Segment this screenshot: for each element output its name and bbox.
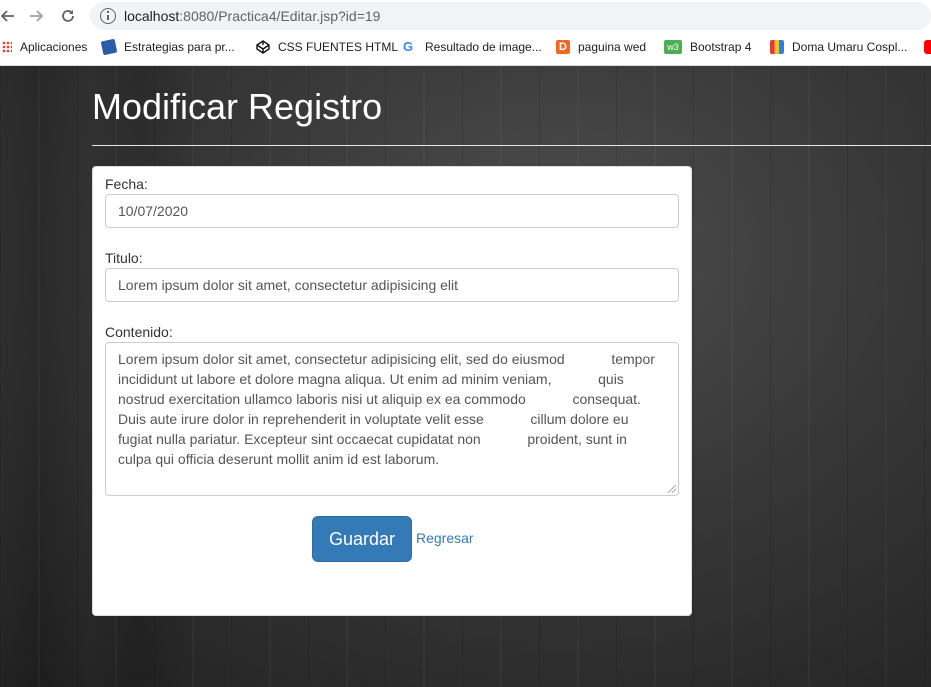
info-icon[interactable]: [100, 8, 116, 24]
url-path: :8080/Practica4/Editar.jsp?id=19: [179, 8, 381, 24]
w3-favicon-icon: w3: [664, 40, 682, 54]
textarea-line: Duis aute irure dolor in reprehenderit i…: [118, 411, 629, 427]
textarea-line: incididunt ut labore et dolore magna ali…: [118, 371, 624, 387]
titulo-input[interactable]: Lorem ipsum dolor sit amet, consectetur …: [105, 268, 679, 302]
codepen-icon: [256, 40, 270, 54]
bookmark-label: paguina wed: [578, 40, 647, 54]
fecha-input[interactable]: 10/07/2020: [105, 194, 679, 228]
address-bar[interactable]: localhost:8080/Practica4/Editar.jsp?id=1…: [90, 2, 931, 30]
d-favicon-icon: D: [556, 40, 570, 54]
save-button[interactable]: Guardar: [312, 516, 412, 562]
bookmark-label: Estrategias para pr...: [124, 40, 235, 54]
youtube-icon: [924, 40, 931, 54]
resize-grip-icon[interactable]: [668, 485, 676, 493]
bookmarks-bar: Aplicaciones Estrategias para pr... CSS …: [0, 34, 931, 60]
bookmark-overflow[interactable]: [924, 38, 931, 56]
textarea-line: nostrud exercitation ullamco laboris nis…: [118, 391, 641, 407]
titulo-label: Titulo:: [105, 250, 143, 266]
forward-arrow-icon[interactable]: [24, 4, 48, 28]
back-link[interactable]: Regresar: [416, 530, 474, 546]
google-icon: G: [403, 39, 414, 54]
textarea-line: fugiat nulla pariatur. Excepteur sint oc…: [118, 431, 627, 447]
bookmark-paguina-wed[interactable]: D paguina wed: [556, 38, 646, 56]
bookmark-bootstrap[interactable]: w3 Bootstrap 4: [664, 38, 751, 56]
back-arrow-icon[interactable]: [0, 4, 20, 28]
fecha-label: Fecha:: [105, 176, 148, 192]
title-divider: [92, 145, 931, 146]
bookmark-label: Doma Umaru Cospl...: [792, 40, 908, 54]
bookmark-label: Aplicaciones: [20, 40, 88, 54]
bookmark-aplicaciones[interactable]: Aplicaciones: [2, 38, 87, 56]
bookmark-css-fuentes[interactable]: CSS FUENTES HTML: [256, 38, 398, 56]
bookmark-resultado[interactable]: G Resultado de image...: [403, 38, 542, 56]
page-content: Modificar Registro Fecha: 10/07/2020 Tit…: [0, 66, 931, 687]
edit-form-panel: Fecha: 10/07/2020 Titulo: Lorem ipsum do…: [92, 166, 692, 616]
contenido-textarea[interactable]: Lorem ipsum dolor sit amet, consectetur …: [105, 342, 679, 496]
bookmark-estrategias[interactable]: Estrategias para pr...: [100, 38, 235, 56]
shopping-bag-icon: [770, 40, 784, 54]
apps-grid-icon: [2, 41, 12, 53]
page-title: Modificar Registro: [92, 86, 383, 127]
url-text: localhost:8080/Practica4/Editar.jsp?id=1…: [124, 8, 380, 24]
contenido-label: Contenido:: [105, 324, 173, 340]
textarea-line: culpa qui officia deserunt mollit anim i…: [118, 451, 440, 467]
bookmark-label: CSS FUENTES HTML: [278, 40, 399, 54]
browser-nav-row: localhost:8080/Practica4/Editar.jsp?id=1…: [0, 0, 931, 32]
browser-chrome: localhost:8080/Practica4/Editar.jsp?id=1…: [0, 0, 931, 66]
url-host: localhost: [124, 8, 180, 24]
bookmark-label: Bootstrap 4: [690, 40, 752, 54]
textarea-line: Lorem ipsum dolor sit amet, consectetur …: [118, 351, 655, 367]
bookmark-label: Resultado de image...: [425, 40, 542, 54]
bookmark-favicon-icon: [100, 38, 118, 56]
bookmark-doma-umaru[interactable]: Doma Umaru Cospl...: [770, 38, 907, 56]
reload-icon[interactable]: [56, 4, 80, 28]
